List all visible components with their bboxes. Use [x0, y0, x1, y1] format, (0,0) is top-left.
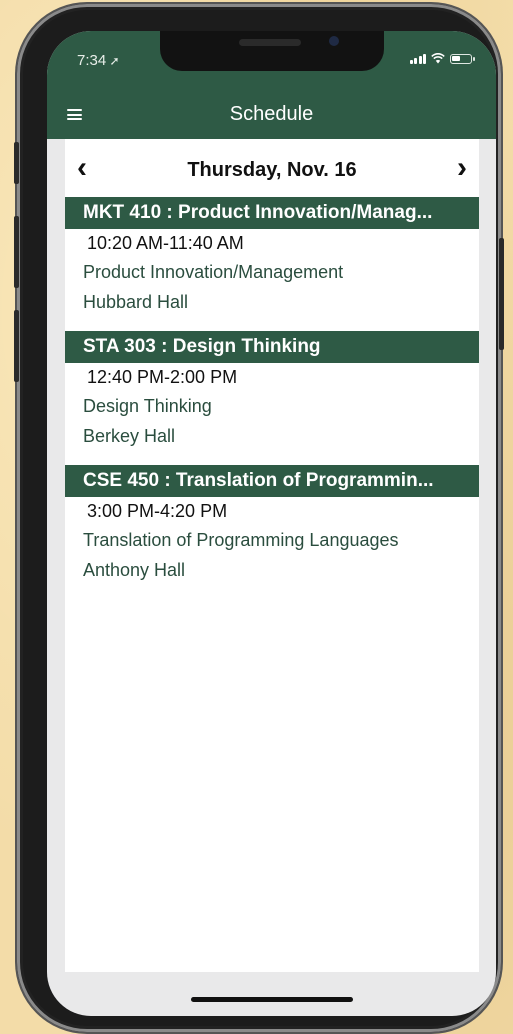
- screen: 7:34 ➚ Schedule ‹ Thursday, Nov. 16 › MK…: [47, 31, 496, 1016]
- silent-switch: [14, 142, 19, 184]
- course-card[interactable]: MKT 410 : Product Innovation/Manag... 10…: [65, 197, 479, 317]
- location-arrow-icon: ➚: [106, 54, 120, 68]
- battery-icon: [450, 53, 475, 64]
- volume-up-button: [14, 216, 19, 288]
- course-name: Product Innovation/Management: [83, 262, 344, 282]
- chevron-right-icon[interactable]: ›: [457, 153, 467, 183]
- course-time: 12:40 PM-2:00 PM: [87, 367, 238, 387]
- course-name: Translation of Programming Languages: [83, 530, 399, 550]
- page-title: Schedule: [229, 103, 314, 125]
- camera: [329, 36, 339, 46]
- status-icons: [409, 53, 475, 64]
- volume-down-button: [14, 310, 19, 382]
- signal-icon: [409, 53, 426, 64]
- course-time: 10:20 AM-11:40 AM: [87, 233, 244, 253]
- wifi-icon: [431, 53, 445, 64]
- home-indicator[interactable]: [191, 997, 353, 1002]
- app-header: 7:34 ➚ Schedule: [47, 31, 496, 139]
- course-location: Berkey Hall: [83, 426, 176, 446]
- course-title: STA 303 : Design Thinking: [65, 331, 479, 363]
- course-time: 3:00 PM-4:20 PM: [87, 501, 228, 521]
- course-location: Anthony Hall: [83, 560, 186, 580]
- course-title: MKT 410 : Product Innovation/Manag...: [65, 197, 479, 229]
- date-navigation: ‹ Thursday, Nov. 16 ›: [65, 139, 479, 197]
- notch: [160, 31, 384, 71]
- status-time: 7:34 ➚: [77, 52, 120, 69]
- course-location: Hubbard Hall: [83, 292, 189, 312]
- course-card[interactable]: STA 303 : Design Thinking 12:40 PM-2:00 …: [65, 331, 479, 451]
- speaker: [239, 39, 301, 46]
- course-card[interactable]: CSE 450 : Translation of Programmin... 3…: [65, 465, 479, 585]
- course-title: CSE 450 : Translation of Programmin...: [65, 465, 479, 497]
- schedule-content: ‹ Thursday, Nov. 16 › MKT 410 : Product …: [65, 139, 479, 972]
- course-name: Design Thinking: [83, 396, 212, 416]
- current-date: Thursday, Nov. 16: [187, 159, 357, 181]
- power-button: [499, 238, 504, 350]
